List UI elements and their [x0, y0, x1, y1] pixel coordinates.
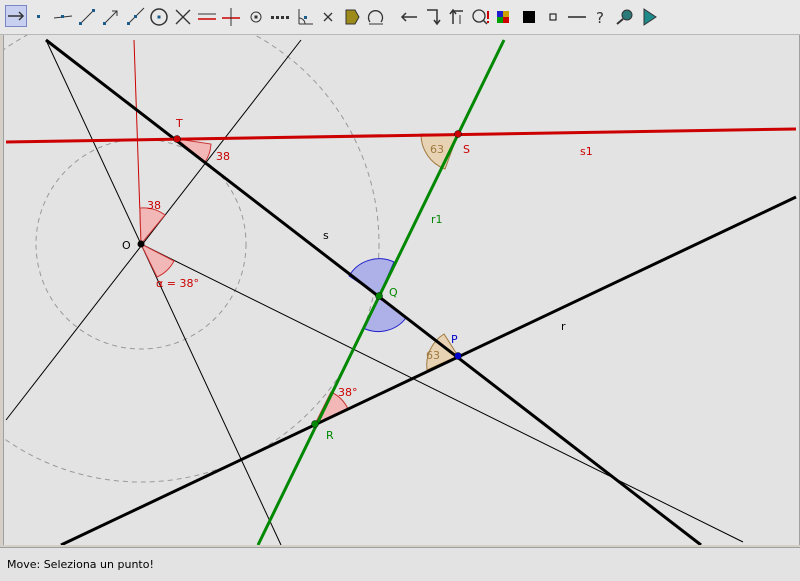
label-Q: Q	[389, 286, 398, 299]
zoom-icon[interactable]	[614, 6, 636, 28]
label-angle-T: 38	[216, 150, 230, 163]
point-O[interactable]	[137, 240, 145, 248]
label-P: P	[451, 333, 458, 346]
label-angle-O-upper: 38	[147, 199, 161, 212]
construction-line-2	[5, 39, 302, 421]
point-S[interactable]	[454, 130, 462, 138]
vector-icon[interactable]	[100, 6, 122, 28]
graphics-view[interactable]: O T S Q P R s r r1 s1 38 38 α = 38° 63 6…	[3, 35, 800, 545]
intersect-icon[interactable]	[172, 6, 194, 28]
label-angle-S: 63	[430, 143, 444, 156]
line-s[interactable]	[45, 38, 702, 545]
text-icon[interactable]	[470, 6, 492, 28]
line-r1[interactable]	[256, 39, 506, 545]
play-icon[interactable]	[638, 6, 660, 28]
toolbar: ?	[0, 0, 800, 35]
delete-icon[interactable]	[317, 6, 339, 28]
point-Q[interactable]	[375, 292, 383, 300]
label-line-s1: s1	[580, 145, 593, 158]
circle-center-point-icon[interactable]	[148, 6, 170, 28]
small-square-icon[interactable]	[542, 6, 564, 28]
rotate-icon[interactable]	[365, 6, 387, 28]
color-icon[interactable]	[494, 6, 516, 28]
construction-line-1	[45, 39, 282, 545]
line-r[interactable]	[60, 195, 797, 545]
status-bar: Move: Seleziona un punto!	[0, 547, 800, 581]
line-style-icon[interactable]	[566, 6, 588, 28]
point-P[interactable]	[454, 352, 462, 360]
label-O: O	[122, 239, 131, 252]
line-through-two-points-icon[interactable]	[52, 6, 74, 28]
locus-icon[interactable]	[269, 6, 291, 28]
segment-icon[interactable]	[76, 6, 98, 28]
help-icon[interactable]: ?	[590, 6, 612, 28]
point-R[interactable]	[311, 420, 319, 428]
label-line-r1: r1	[431, 213, 443, 226]
angle-icon[interactable]	[293, 6, 315, 28]
status-message: Move: Seleziona un punto!	[7, 558, 154, 571]
reflect-icon[interactable]	[422, 6, 444, 28]
move-tool-icon[interactable]	[5, 5, 27, 27]
label-line-r: r	[561, 320, 566, 333]
angle-at-O-upper-arc	[139, 207, 166, 246]
angle-at-O-lower-arc	[139, 242, 175, 278]
label-angle-O-lower: α = 38°	[156, 277, 199, 290]
square-icon[interactable]	[518, 6, 540, 28]
midpoint-icon[interactable]	[245, 6, 267, 28]
polygon-icon[interactable]	[341, 6, 363, 28]
move-graphics-view-icon[interactable]	[398, 6, 420, 28]
translate-icon[interactable]	[446, 6, 468, 28]
perpendicular-line-icon[interactable]	[220, 6, 242, 28]
construction-line-3	[140, 243, 744, 543]
label-T: T	[175, 117, 183, 130]
svg-text:?: ?	[596, 9, 604, 27]
parallel-line-icon[interactable]	[196, 6, 218, 28]
label-S: S	[463, 143, 470, 156]
construction-drawing: O T S Q P R s r r1 s1 38 38 α = 38° 63 6…	[4, 35, 797, 545]
line-s1[interactable]	[5, 127, 797, 144]
point-tool-icon[interactable]	[28, 6, 50, 28]
point-T[interactable]	[173, 135, 181, 143]
ray-icon[interactable]	[124, 6, 146, 28]
label-angle-P: 63	[426, 349, 440, 362]
label-angle-R: 38°	[338, 386, 358, 399]
angle-at-T-arc	[175, 138, 212, 163]
label-R: R	[326, 429, 334, 442]
label-line-s: s	[323, 229, 329, 242]
